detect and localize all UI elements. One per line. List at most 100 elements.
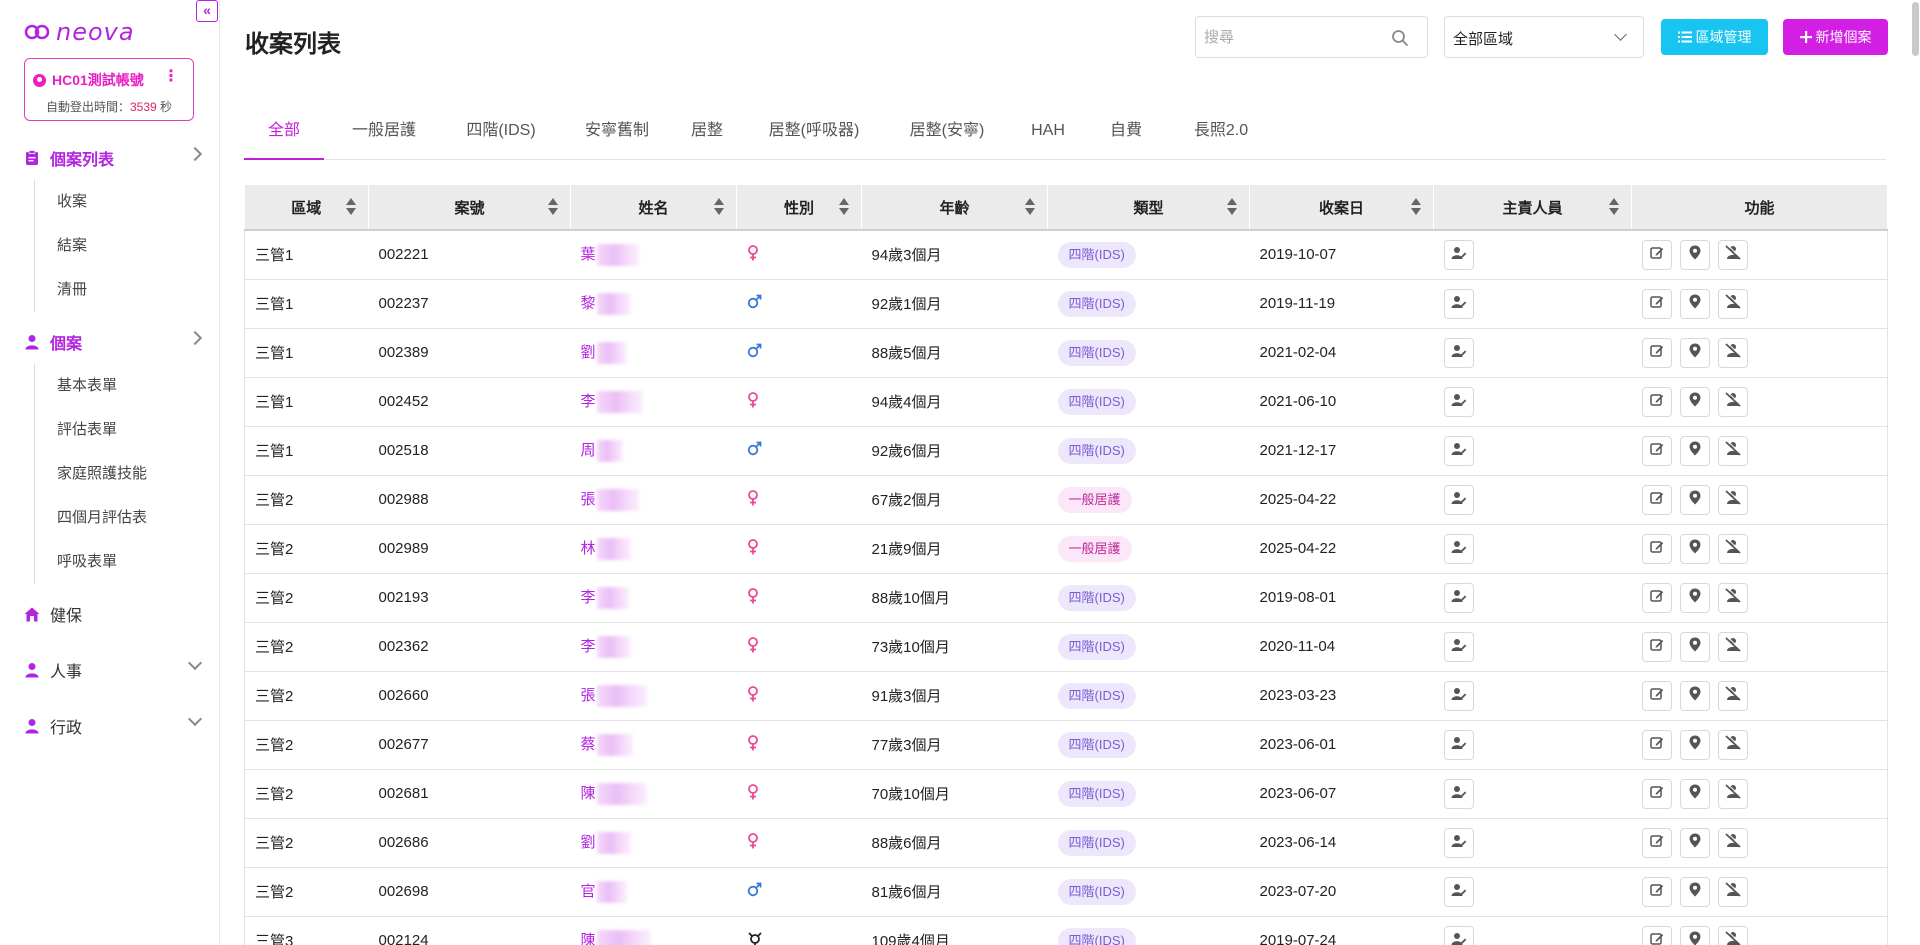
name-text[interactable]: 李 (581, 638, 596, 655)
assign-staff-button[interactable] (1443, 484, 1474, 515)
assign-staff-button[interactable] (1443, 680, 1474, 711)
location-button[interactable] (1679, 582, 1710, 613)
table-row[interactable]: 三管2 002660 張 91歲3個月 四階(IDS) 2023-03-23 (244, 671, 1888, 721)
edit-button[interactable] (1641, 729, 1672, 760)
location-button[interactable] (1679, 729, 1710, 760)
close-case-button[interactable] (1717, 337, 1748, 368)
close-case-button[interactable] (1717, 484, 1748, 515)
name-text[interactable]: 李 (581, 393, 596, 410)
cell-name[interactable]: 周 (570, 426, 737, 476)
sort-icon[interactable] (1025, 198, 1035, 216)
cell-name[interactable]: 李 (570, 377, 737, 427)
sort-icon[interactable] (714, 198, 724, 216)
col-responsible-staff[interactable]: 主責人員 (1433, 185, 1632, 231)
table-row[interactable]: 三管1 002237 黎 92歲1個月 四階(IDS) 2019-11-19 (244, 279, 1888, 329)
location-button[interactable] (1679, 533, 1710, 564)
assign-staff-button[interactable] (1443, 337, 1474, 368)
cell-name[interactable]: 葉 (570, 230, 737, 280)
edit-button[interactable] (1641, 582, 1672, 613)
sidebar-item-assessment-form[interactable]: 評估表單 (35, 408, 200, 452)
name-text[interactable]: 黎 (581, 295, 596, 312)
tab-self-pay[interactable]: 自費 (1106, 112, 1146, 160)
name-text[interactable]: 李 (581, 589, 596, 606)
edit-button[interactable] (1641, 337, 1672, 368)
edit-button[interactable] (1641, 484, 1672, 515)
close-case-button[interactable] (1717, 533, 1748, 564)
cell-name[interactable]: 張 (570, 475, 737, 525)
assign-staff-button[interactable] (1443, 386, 1474, 417)
edit-button[interactable] (1641, 239, 1672, 270)
name-text[interactable]: 官 (581, 883, 596, 900)
col-name[interactable]: 姓名 (570, 185, 737, 231)
location-button[interactable] (1679, 680, 1710, 711)
name-text[interactable]: 葉 (581, 246, 596, 263)
assign-staff-button[interactable] (1443, 533, 1474, 564)
sort-icon[interactable] (346, 198, 356, 216)
location-button[interactable] (1679, 876, 1710, 907)
assign-staff-button[interactable] (1443, 778, 1474, 809)
sort-icon[interactable] (1609, 198, 1619, 216)
edit-button[interactable] (1641, 631, 1672, 662)
edit-button[interactable] (1641, 680, 1672, 711)
tab-hah[interactable]: HAH (1025, 112, 1071, 160)
location-button[interactable] (1679, 484, 1710, 515)
assign-staff-button[interactable] (1443, 288, 1474, 319)
nav-head-personnel[interactable]: 人事 (24, 655, 203, 682)
edit-button[interactable] (1641, 778, 1672, 809)
region-select[interactable]: 全部區域 (1444, 16, 1644, 58)
location-button[interactable] (1679, 435, 1710, 466)
location-button[interactable] (1679, 337, 1710, 368)
close-case-button[interactable] (1717, 925, 1748, 945)
sort-icon[interactable] (1411, 198, 1421, 216)
assign-staff-button[interactable] (1443, 925, 1474, 945)
col-age[interactable]: 年齡 (861, 185, 1048, 231)
col-intake-date[interactable]: 收案日 (1249, 185, 1434, 231)
nav-head-insurance[interactable]: 健保 (24, 602, 200, 626)
edit-button[interactable] (1641, 533, 1672, 564)
table-row[interactable]: 三管2 002686 劉 88歲6個月 四階(IDS) 2023-06-14 (244, 818, 1888, 868)
nav-head-case-list[interactable]: 個案列表 (24, 146, 203, 170)
table-row[interactable]: 三管1 002221 葉 94歲3個月 四階(IDS) 2019-10-07 (244, 230, 1888, 280)
assign-staff-button[interactable] (1443, 876, 1474, 907)
location-button[interactable] (1679, 288, 1710, 319)
cell-name[interactable]: 李 (570, 573, 737, 623)
close-case-button[interactable] (1717, 631, 1748, 662)
cell-name[interactable]: 蔡 (570, 720, 737, 770)
name-text[interactable]: 蔡 (581, 736, 596, 753)
location-button[interactable] (1679, 631, 1710, 662)
add-case-button[interactable]: 新增個案 (1783, 19, 1888, 55)
cell-name[interactable]: 李 (570, 622, 737, 672)
tab-hospice-old[interactable]: 安寧舊制 (572, 112, 662, 160)
location-button[interactable] (1679, 925, 1710, 945)
account-menu-icon[interactable]: ⋮ (163, 69, 179, 85)
tab-integrated-hospice[interactable]: 居整(安寧) (899, 112, 995, 160)
search-icon[interactable] (1391, 29, 1409, 47)
name-text[interactable]: 張 (581, 687, 596, 704)
location-button[interactable] (1679, 827, 1710, 858)
cell-name[interactable]: 黎 (570, 279, 737, 329)
close-case-button[interactable] (1717, 729, 1748, 760)
close-case-button[interactable] (1717, 288, 1748, 319)
table-row[interactable]: 三管3 002124 陳 109歲4個月 四階(IDS) 2019-07-24 (244, 916, 1888, 945)
close-case-button[interactable] (1717, 827, 1748, 858)
assign-staff-button[interactable] (1443, 729, 1474, 760)
cell-name[interactable]: 張 (570, 671, 737, 721)
close-case-button[interactable] (1717, 582, 1748, 613)
table-row[interactable]: 三管2 002989 林 21歲9個月 一般居護 2025-04-22 (244, 524, 1888, 574)
nav-head-admin[interactable]: 行政 (24, 711, 203, 738)
edit-button[interactable] (1641, 435, 1672, 466)
location-button[interactable] (1679, 778, 1710, 809)
edit-button[interactable] (1641, 827, 1672, 858)
sidebar-item-respiratory-form[interactable]: 呼吸表單 (35, 540, 200, 584)
region-management-button[interactable]: 區域管理 (1661, 19, 1768, 55)
tab-all[interactable]: 全部 (244, 112, 324, 160)
col-region[interactable]: 區域 (244, 185, 369, 231)
table-row[interactable]: 三管2 002677 蔡 77歲3個月 四階(IDS) 2023-06-01 (244, 720, 1888, 770)
nav-head-case[interactable]: 個案 (24, 330, 203, 354)
table-row[interactable]: 三管2 002988 張 67歲2個月 一般居護 2025-04-22 (244, 475, 1888, 525)
edit-button[interactable] (1641, 386, 1672, 417)
sort-icon[interactable] (839, 198, 849, 216)
edit-button[interactable] (1641, 876, 1672, 907)
close-case-button[interactable] (1717, 386, 1748, 417)
location-button[interactable] (1679, 386, 1710, 417)
